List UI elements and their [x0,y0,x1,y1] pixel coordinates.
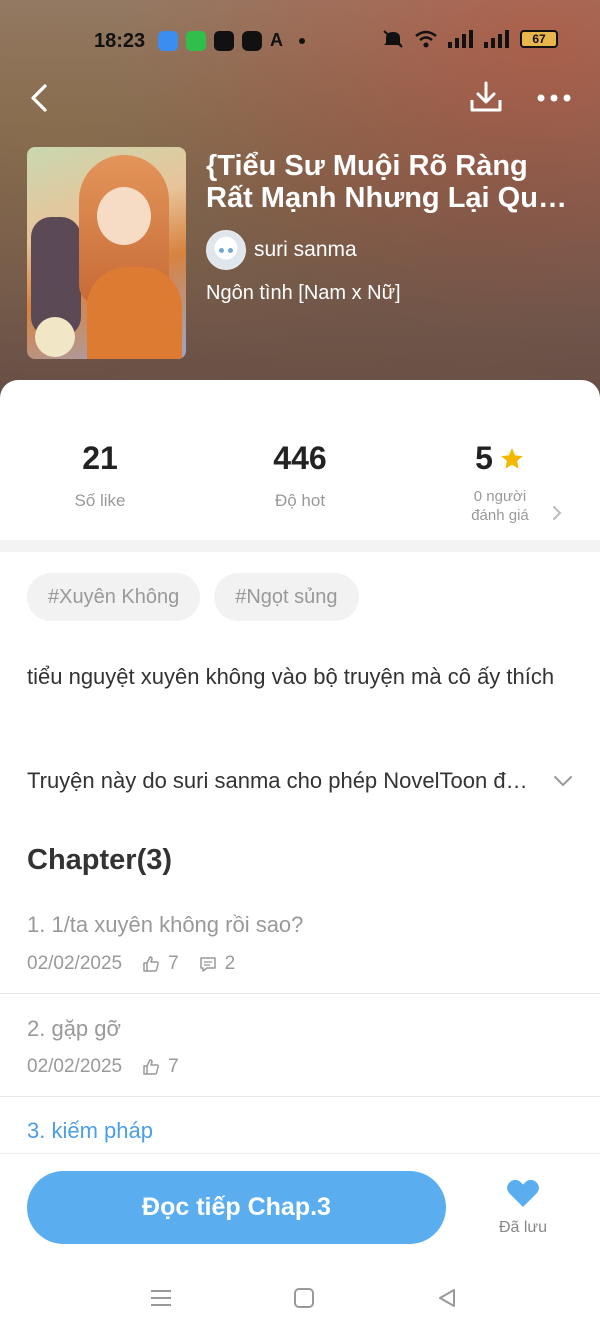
a-app-icon: A [270,30,283,50]
system-navigation-bar [0,1263,600,1333]
signal-icon [448,30,473,48]
notification-dot-icon [299,37,305,44]
back-button[interactable] [22,78,56,118]
stat-hot: 446 Độ hot [200,440,400,511]
chapter-name: 2. gặp gỡ [27,1016,121,1041]
square-icon [294,1288,314,1308]
chapter-like-count: 7 [168,1056,179,1077]
author-row[interactable]: suri sanma [206,230,357,270]
tag-xuyen-khong[interactable]: #Xuyên Không [27,573,201,621]
rating-label-line2: đánh giá [471,507,529,524]
tag-ngot-sung[interactable]: #Ngọt sủng [214,573,359,621]
chapters-heading: Chapter(3) [27,844,173,876]
mute-icon [383,30,403,48]
capcut-icon [214,30,234,51]
author-name[interactable]: suri sanma [254,238,357,262]
cover-art-flower [35,317,75,357]
tags-row: #Xuyên Không #Ngọt sủng [27,573,359,621]
rating-label: 0 người đánh giá [400,487,600,525]
stats-row: 21 Số like 446 Độ hot 5 0 người đánh giá [0,440,600,530]
cover-art-robe [87,267,182,359]
wifi-icon [415,30,437,48]
rating-label-line1: 0 người [473,488,527,505]
signal-icon-2 [484,30,509,48]
chapter-meta: 02/02/2025 7 2 [27,953,235,975]
more-horizontal-icon [537,94,571,102]
chapter-date: 02/02/2025 [27,1056,123,1077]
book-genre: Ngôn tình [Nam x Nữ] [206,282,401,304]
chapter-meta: 02/02/2025 7 [27,1056,179,1078]
chapter-name: 1. 1/ta xuyên không rồi sao? [27,912,304,937]
hot-value: 446 [273,440,327,476]
chevron-down-icon[interactable] [553,775,573,787]
book-description: tiểu nguyệt xuyên không vào bộ truyện mà… [27,664,555,689]
chapter-name: 3. kiếm pháp [27,1118,153,1143]
heart-icon [507,1179,539,1207]
top-nav [0,70,600,126]
rating-value: 5 [475,440,493,476]
chevron-right-icon[interactable] [552,505,562,521]
status-bar: 18:23 A 67 [0,0,600,80]
author-avatar[interactable] [206,230,246,270]
section-divider [0,540,600,552]
cover-art-face [97,187,151,245]
status-indicators: 67 [382,29,558,49]
chapter-item[interactable]: 1. 1/ta xuyên không rồi sao? 02/02/2025 … [0,900,600,994]
stat-likes: 21 Số like [0,440,200,511]
chapter-comment-count: 2 [224,953,236,974]
stat-rating[interactable]: 5 0 người đánh giá [400,440,600,525]
saved-label: Đã lưu [498,1219,548,1236]
messages-icon [186,30,206,51]
home-button[interactable] [291,1285,317,1311]
triangle-back-icon [439,1289,455,1307]
chapter-like-count: 7 [168,953,179,974]
thumbs-up-icon [143,1059,159,1075]
battery-icon: 67 [520,30,558,48]
system-back-button[interactable] [434,1285,460,1311]
chapter-item[interactable]: 2. gặp gỡ 02/02/2025 7 [0,1004,600,1096]
book-cover[interactable] [27,147,186,359]
permission-text: Truyện này do suri sanma cho phép NovelT… [27,768,537,793]
book-title: {Tiểu Sư Muội Rõ Ràng Rất Mạnh Nhưng Lại… [206,150,555,214]
saved-button[interactable]: Đã lưu [490,1178,556,1237]
download-icon [470,81,502,112]
bottom-action-bar: Đọc tiếp Chap.3 Đã lưu [0,1153,600,1263]
recent-apps-button[interactable] [148,1285,174,1311]
chapter-divider [0,993,600,994]
status-time: 18:23 [94,30,146,52]
status-app-icons: A [158,30,305,51]
likes-label: Số like [74,491,126,510]
thumbs-up-icon [143,956,159,972]
likes-value: 21 [82,440,118,476]
comment-icon [199,957,216,972]
more-options-button[interactable] [534,78,574,118]
chapter-likes: 7 [142,953,179,975]
menu-icon [151,1290,171,1306]
continue-reading-button[interactable]: Đọc tiếp Chap.3 [27,1171,446,1244]
permission-row[interactable]: Truyện này do suri sanma cho phép NovelT… [27,764,573,798]
chapter-comments: 2 [199,953,236,975]
star-icon [501,447,523,469]
download-button[interactable] [466,76,506,118]
chapter-likes: 7 [142,1056,179,1078]
chapter-date: 02/02/2025 [27,953,123,974]
chapter-item-current[interactable]: 3. kiếm pháp [0,1106,600,1156]
chevron-left-icon [31,84,47,112]
hot-label: Độ hot [274,491,326,510]
app-blue-icon [158,30,178,51]
youtube-icon [242,30,262,51]
chapter-divider [0,1096,600,1097]
rating-value-row: 5 [400,440,600,477]
